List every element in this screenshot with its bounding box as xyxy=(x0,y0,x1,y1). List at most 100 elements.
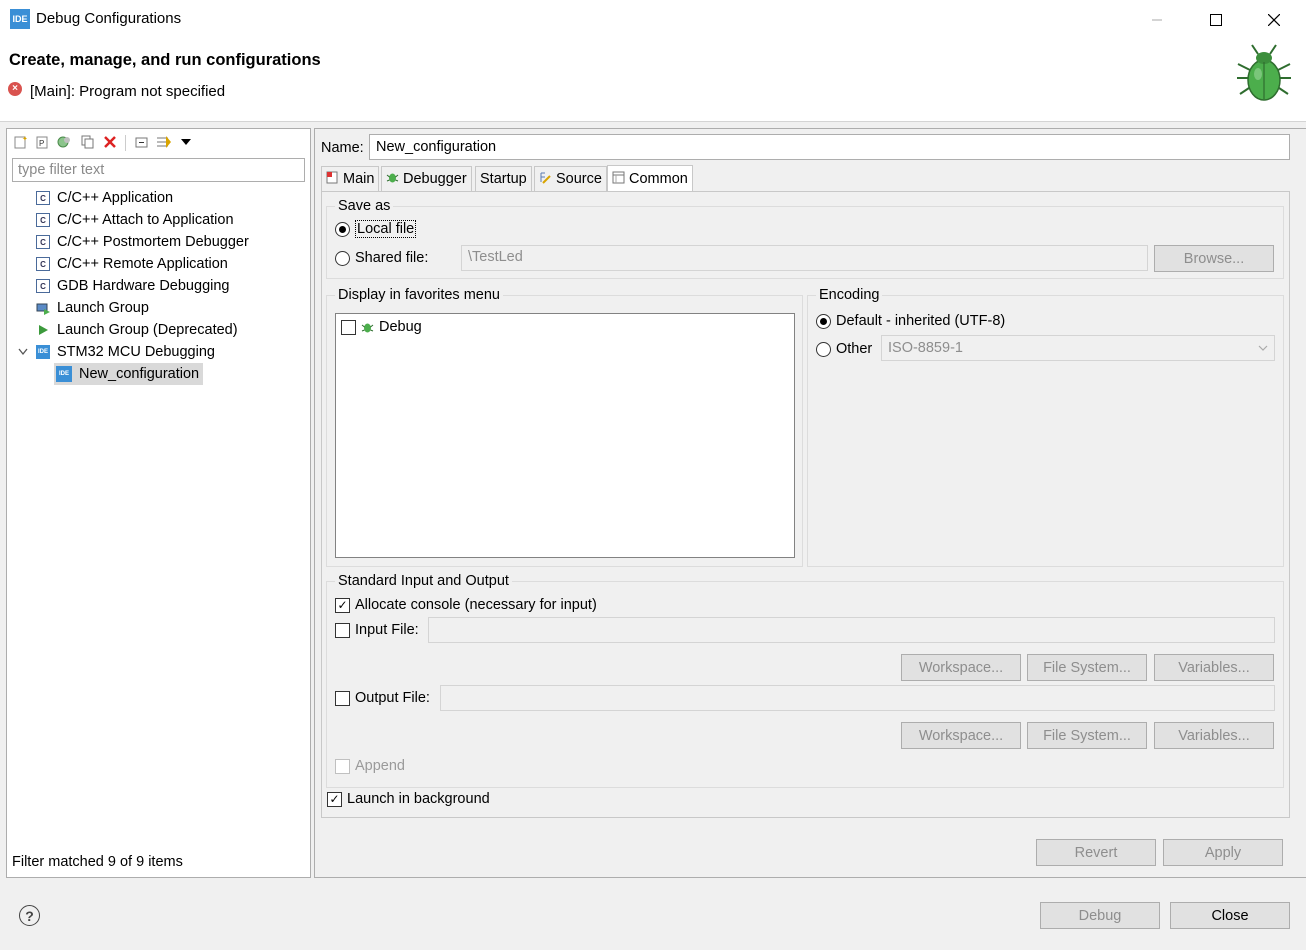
tree-item-launch-group[interactable]: Launch Group xyxy=(7,297,310,319)
common-tab-content: Save as Local file Shared file: \TestLed… xyxy=(321,191,1290,818)
filter-status: Filter matched 9 of 9 items xyxy=(12,854,183,870)
local-file-label: Local file xyxy=(355,220,417,238)
configuration-tree-panel: ✦ P C C/C++ Application C C/C++ Attach t… xyxy=(6,128,311,878)
app-icon: IDE xyxy=(10,9,30,29)
tab-source[interactable]: Source xyxy=(534,166,607,191)
filter-input[interactable] xyxy=(12,158,305,182)
filter-icon[interactable] xyxy=(155,133,173,151)
tab-debugger[interactable]: Debugger xyxy=(381,166,472,191)
ide-icon: IDE xyxy=(36,345,50,359)
output-file-system-button[interactable]: File System... xyxy=(1027,722,1147,749)
browse-button[interactable]: Browse... xyxy=(1154,245,1274,272)
checkbox[interactable] xyxy=(335,690,350,706)
revert-button[interactable]: Revert xyxy=(1036,839,1156,866)
new-configuration-icon[interactable]: ✦ xyxy=(11,133,29,151)
window-close-button[interactable] xyxy=(1245,0,1303,40)
debug-bug-logo xyxy=(1237,44,1291,101)
encoding-other-radio[interactable]: Other xyxy=(816,341,872,357)
collapse-all-icon[interactable] xyxy=(133,133,151,151)
radio-button[interactable] xyxy=(816,341,831,357)
output-variables-button[interactable]: Variables... xyxy=(1154,722,1274,749)
tree-item-c-attach[interactable]: C C/C++ Attach to Application xyxy=(7,209,310,231)
encoding-select-value: ISO-8859-1 xyxy=(888,340,963,356)
main-tab-icon xyxy=(326,171,339,187)
source-lookup-icon xyxy=(539,171,552,187)
launch-background-checkbox[interactable]: ✓ Launch in background xyxy=(327,791,490,807)
dialog-header: Create, manage, and run configurations ×… xyxy=(0,40,1306,122)
tree-item-c-application[interactable]: C C/C++ Application xyxy=(7,187,310,209)
tab-main[interactable]: Main xyxy=(321,166,380,191)
chevron-down-icon xyxy=(1258,345,1268,351)
svg-text:✦: ✦ xyxy=(22,135,27,143)
apply-button[interactable]: Apply xyxy=(1163,839,1283,866)
checkbox[interactable]: ✓ xyxy=(327,791,342,807)
error-icon: × xyxy=(8,82,22,96)
checkbox[interactable] xyxy=(341,319,356,335)
common-tab-icon xyxy=(612,171,625,187)
maximize-button[interactable] xyxy=(1187,0,1245,40)
checkbox[interactable] xyxy=(335,758,350,774)
local-file-radio[interactable]: Local file xyxy=(335,220,417,238)
favorite-item-debug[interactable]: Debug xyxy=(341,319,422,335)
tree-item-c-remote[interactable]: C C/C++ Remote Application xyxy=(7,253,310,275)
output-workspace-button[interactable]: Workspace... xyxy=(901,722,1021,749)
chevron-down-icon[interactable] xyxy=(18,348,29,356)
config-tree: C C/C++ Application C C/C++ Attach to Ap… xyxy=(7,187,310,385)
input-workspace-button[interactable]: Workspace... xyxy=(901,654,1021,681)
allocate-console-checkbox[interactable]: ✓ Allocate console (necessary for input) xyxy=(335,597,597,613)
chevron-down-icon[interactable] xyxy=(177,133,195,151)
debug-button[interactable]: Debug xyxy=(1040,902,1160,929)
shared-file-radio[interactable]: Shared file: xyxy=(335,250,428,266)
output-file-label: Output File: xyxy=(355,690,430,706)
duplicate-icon[interactable] xyxy=(79,133,97,151)
window-title: Debug Configurations xyxy=(36,10,182,27)
launch-background-label: Launch in background xyxy=(347,791,490,807)
help-icon[interactable]: ? xyxy=(19,905,40,926)
input-file-field[interactable] xyxy=(428,617,1275,643)
close-button[interactable]: Close xyxy=(1170,902,1290,929)
tree-item-c-postmortem[interactable]: C C/C++ Postmortem Debugger xyxy=(7,231,310,253)
c-app-icon: C xyxy=(36,191,50,205)
checkbox[interactable]: ✓ xyxy=(335,597,350,613)
tree-item-stm32-mcu[interactable]: IDE STM32 MCU Debugging xyxy=(7,341,310,363)
tab-startup[interactable]: Startup xyxy=(475,166,532,191)
shared-file-path-input[interactable]: \TestLed xyxy=(461,245,1148,271)
tree-item-launch-group-deprecated[interactable]: Launch Group (Deprecated) xyxy=(7,319,310,341)
append-checkbox[interactable]: Append xyxy=(335,758,405,774)
delete-icon[interactable] xyxy=(101,133,119,151)
radio-button[interactable] xyxy=(816,313,831,329)
tab-label: Startup xyxy=(480,171,527,187)
tree-item-label: Launch Group xyxy=(57,300,149,316)
input-file-system-button[interactable]: File System... xyxy=(1027,654,1147,681)
page-title: Create, manage, and run configurations xyxy=(9,51,321,69)
tree-selection-highlight: IDE New_configuration xyxy=(54,363,204,385)
export-icon[interactable] xyxy=(55,133,73,151)
output-file-checkbox[interactable]: Output File: xyxy=(335,690,430,706)
tab-common[interactable]: Common xyxy=(607,165,693,192)
favorites-list[interactable]: Debug xyxy=(335,313,795,558)
checkbox[interactable] xyxy=(335,622,350,638)
radio-button[interactable] xyxy=(335,250,350,266)
favorite-item-label: Debug xyxy=(379,319,422,335)
output-file-field[interactable] xyxy=(440,685,1275,711)
radio-button[interactable] xyxy=(335,221,350,237)
tab-label: Common xyxy=(629,171,688,187)
input-variables-button[interactable]: Variables... xyxy=(1154,654,1274,681)
encoding-select[interactable]: ISO-8859-1 xyxy=(881,335,1275,361)
tree-item-new-configuration[interactable]: IDE New_configuration xyxy=(7,363,310,385)
tree-item-gdb-hardware[interactable]: C GDB Hardware Debugging xyxy=(7,275,310,297)
c-app-icon: C xyxy=(36,257,50,271)
save-as-legend: Save as xyxy=(338,198,391,214)
input-file-checkbox[interactable]: Input File: xyxy=(335,622,419,638)
c-app-icon: C xyxy=(36,235,50,249)
minimize-button[interactable] xyxy=(1128,0,1186,40)
encoding-default-radio[interactable]: Default - inherited (UTF-8) xyxy=(816,313,1005,329)
tree-item-label: Launch Group (Deprecated) xyxy=(57,322,238,338)
encoding-default-label: Default - inherited (UTF-8) xyxy=(836,313,1006,329)
new-prototype-icon[interactable]: P xyxy=(33,133,51,151)
tree-item-label: C/C++ Application xyxy=(57,190,174,206)
encoding-legend: Encoding xyxy=(819,287,880,303)
name-input[interactable] xyxy=(369,134,1290,160)
bug-icon xyxy=(386,171,399,187)
close-icon xyxy=(1268,14,1280,26)
